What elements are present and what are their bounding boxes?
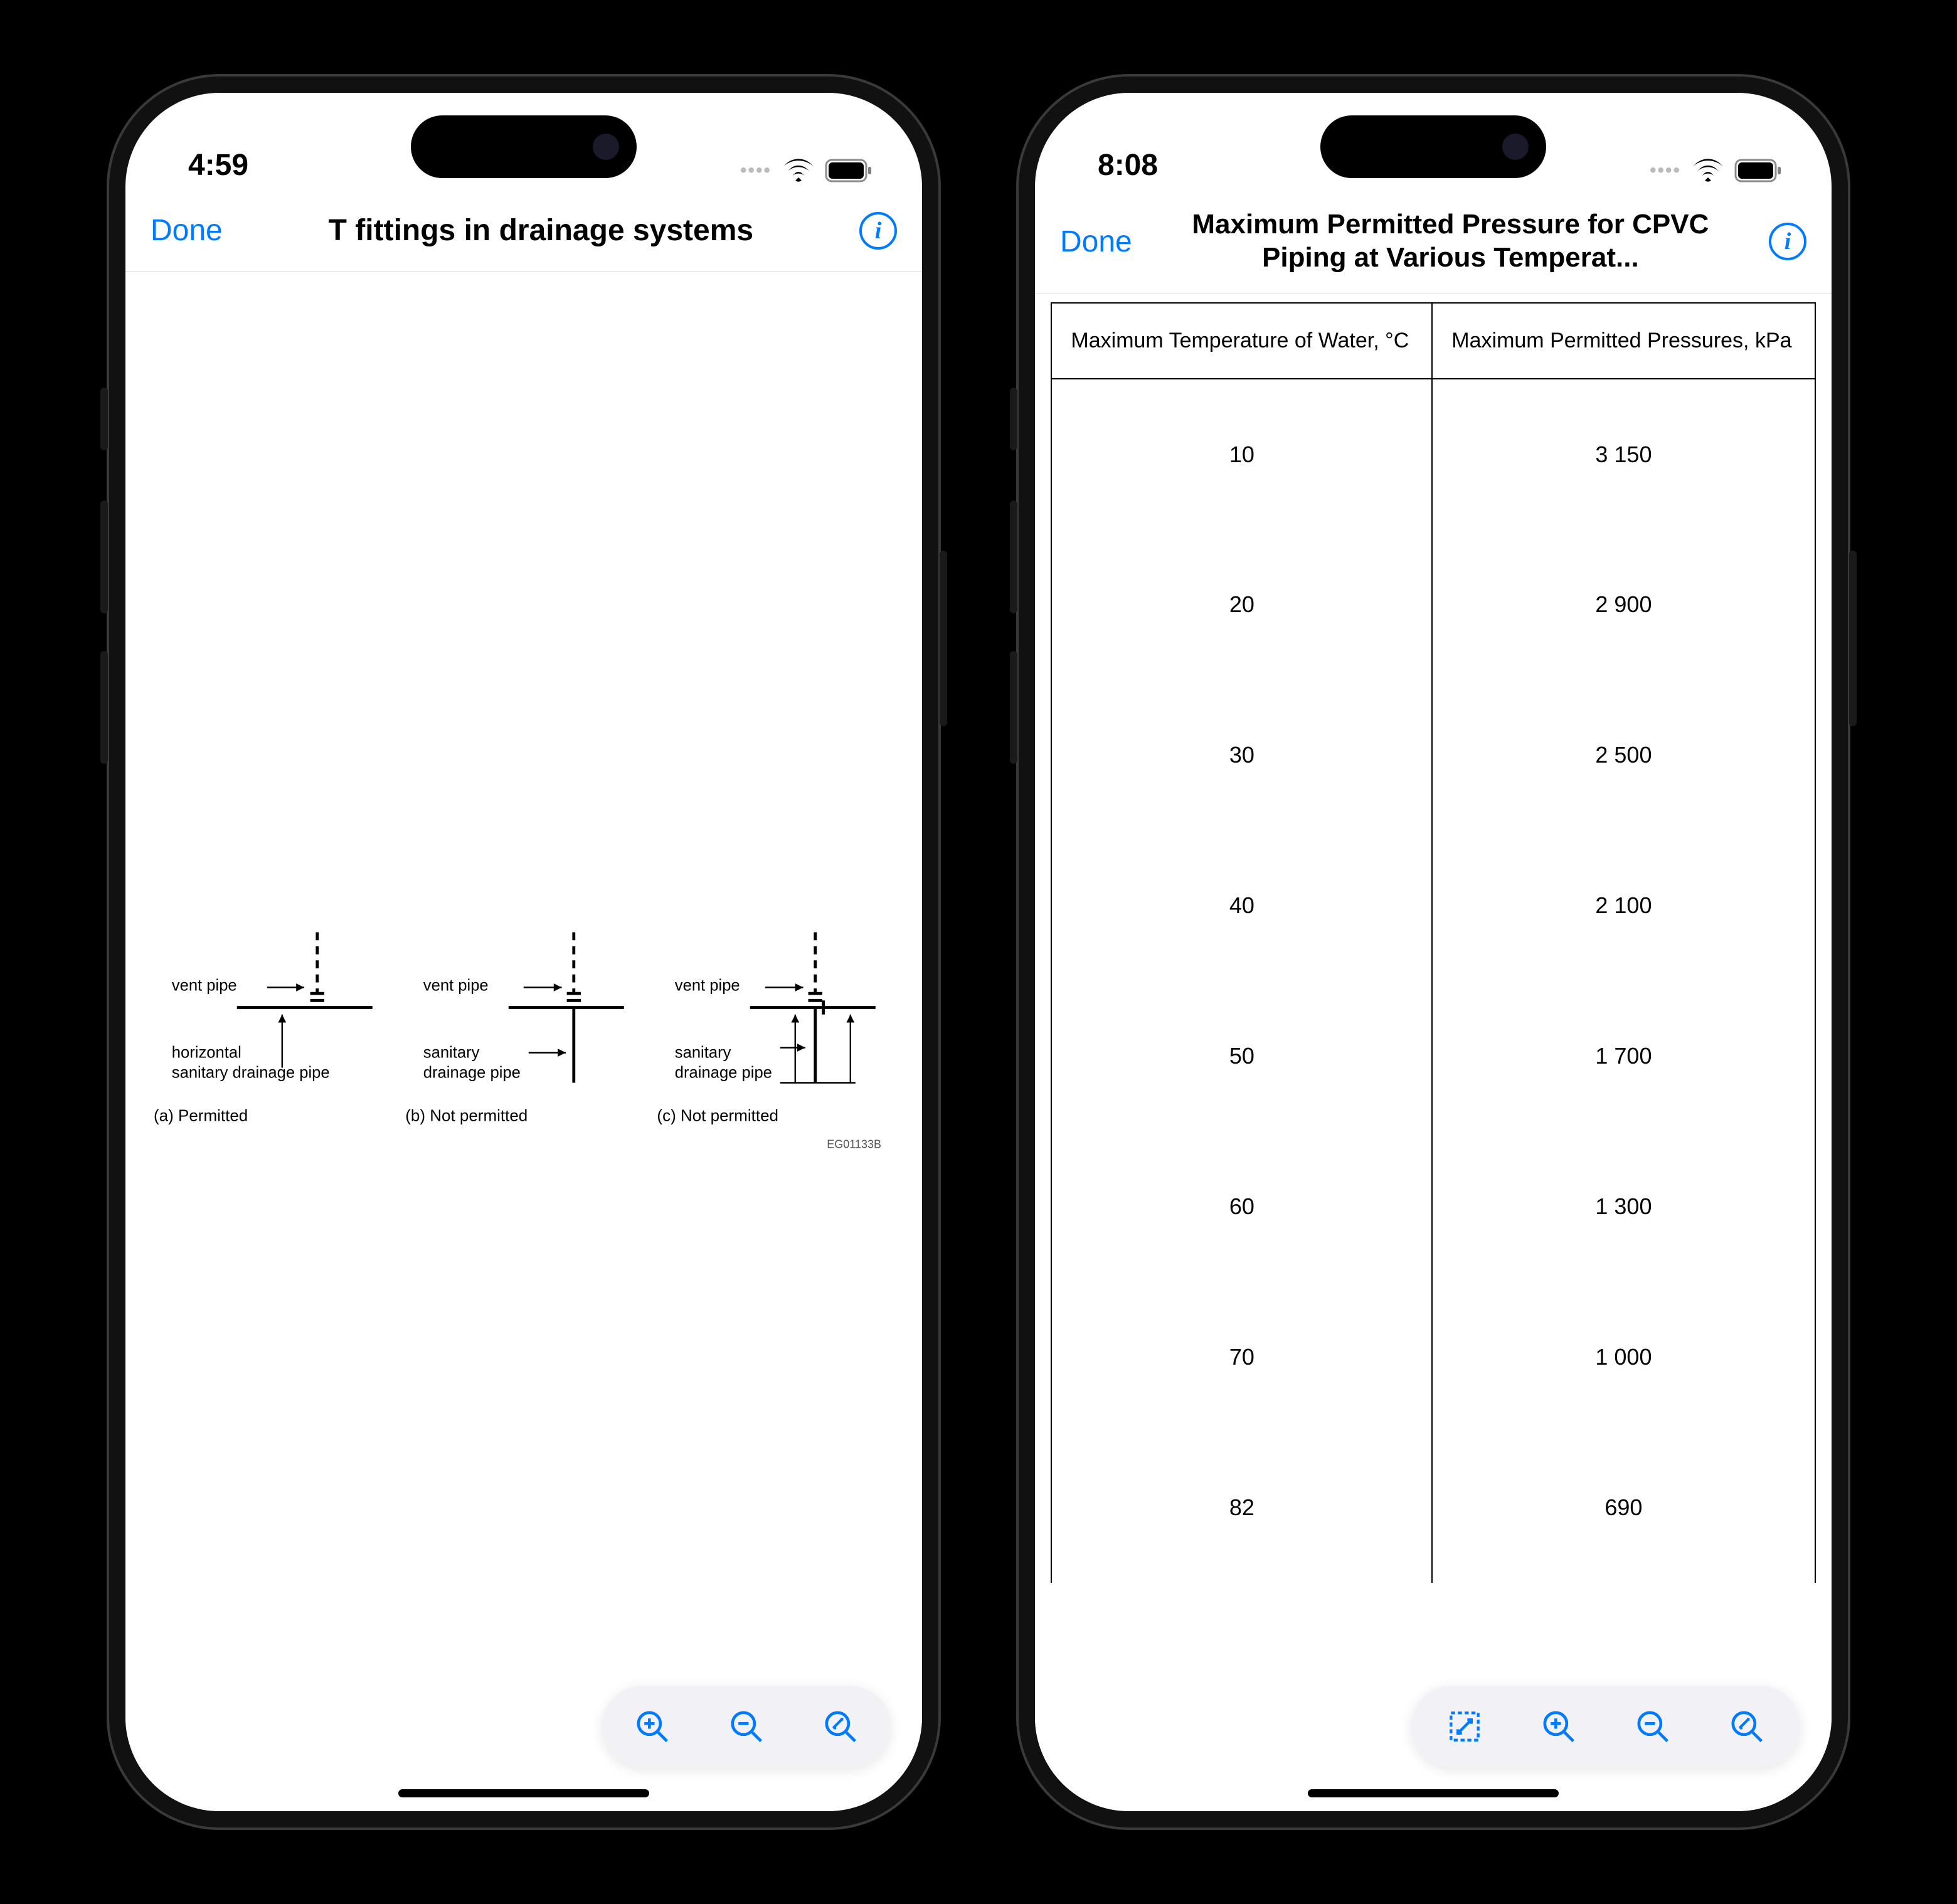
cell-pressure: 2 500 bbox=[1432, 680, 1815, 830]
zoom-reset-icon[interactable] bbox=[1728, 1708, 1766, 1745]
diagram-c-caption: (c) Not permitted bbox=[657, 1106, 894, 1125]
zoom-out-icon[interactable] bbox=[1634, 1708, 1672, 1745]
phone-left: 4:59 •••• Done T fittings in drainage sy… bbox=[107, 74, 941, 1830]
status-icons: •••• bbox=[740, 159, 872, 182]
cell-pressure: 1 000 bbox=[1432, 1282, 1815, 1432]
nav-bar: Done T fittings in drainage systems i bbox=[125, 190, 922, 272]
wifi-icon bbox=[783, 159, 814, 182]
phone-side-button bbox=[1010, 388, 1017, 450]
extra-dots-icon: •••• bbox=[740, 160, 772, 181]
battery-icon bbox=[825, 159, 872, 182]
cell-temperature: 82 bbox=[1051, 1432, 1432, 1583]
pressure-table: Maximum Temperature of Water, °C Maximum… bbox=[1051, 302, 1815, 1583]
page-title: Maximum Permitted Pressure for CPVC Pipi… bbox=[1151, 208, 1750, 275]
diagram-c: vent pipe sanitary drainage pipe bbox=[657, 932, 894, 1125]
battery-icon bbox=[1735, 159, 1781, 182]
diagram-b-pipe-label2: drainage pipe bbox=[423, 1064, 521, 1081]
phone-right: 8:08 •••• Done Maximum Permitted Pressur… bbox=[1016, 74, 1850, 1830]
table-row: 202 900 bbox=[1051, 529, 1815, 680]
cell-pressure: 1 700 bbox=[1432, 981, 1815, 1131]
zoom-reset-icon[interactable] bbox=[822, 1708, 859, 1745]
cell-pressure: 1 300 bbox=[1432, 1131, 1815, 1282]
table-row: 601 300 bbox=[1051, 1131, 1815, 1282]
zoom-in-icon[interactable] bbox=[634, 1708, 671, 1745]
table-row: 402 100 bbox=[1051, 830, 1815, 981]
cell-temperature: 70 bbox=[1051, 1282, 1432, 1432]
diagram-c-vent-label: vent pipe bbox=[675, 976, 740, 994]
cell-pressure: 2 900 bbox=[1432, 529, 1815, 680]
table-row: 82690 bbox=[1051, 1432, 1815, 1583]
table-row: 701 000 bbox=[1051, 1282, 1815, 1432]
cell-pressure: 3 150 bbox=[1432, 379, 1815, 529]
diagram-a-pipe-label2: sanitary drainage pipe bbox=[172, 1064, 330, 1081]
zoom-toolbar bbox=[1411, 1686, 1800, 1767]
home-indicator[interactable] bbox=[398, 1789, 649, 1797]
nav-bar: Done Maximum Permitted Pressure for CPVC… bbox=[1035, 190, 1832, 294]
page-title: T fittings in drainage systems bbox=[241, 213, 841, 249]
status-time: 4:59 bbox=[188, 148, 248, 182]
done-button[interactable]: Done bbox=[151, 213, 223, 248]
phone-volume-up bbox=[100, 500, 108, 613]
zoom-out-icon[interactable] bbox=[728, 1708, 765, 1745]
fit-screen-icon[interactable] bbox=[1446, 1708, 1483, 1745]
screen-left: 4:59 •••• Done T fittings in drainage sy… bbox=[125, 93, 922, 1811]
diagram-b-pipe-label1: sanitary bbox=[423, 1044, 480, 1061]
diagram-a-pipe-label1: horizontal bbox=[172, 1044, 241, 1061]
phone-volume-down bbox=[100, 651, 108, 764]
table-header-temp: Maximum Temperature of Water, °C bbox=[1051, 303, 1432, 379]
screen-right: 8:08 •••• Done Maximum Permitted Pressur… bbox=[1035, 93, 1832, 1811]
cell-pressure: 2 100 bbox=[1432, 830, 1815, 981]
wifi-icon bbox=[1692, 159, 1724, 182]
zoom-toolbar bbox=[602, 1686, 891, 1767]
cell-temperature: 30 bbox=[1051, 680, 1432, 830]
phone-volume-up bbox=[1010, 500, 1017, 613]
diagram-a-caption: (a) Permitted bbox=[154, 1106, 391, 1125]
table-header-row: Maximum Temperature of Water, °C Maximum… bbox=[1051, 303, 1815, 379]
diagram-b-vent-label: vent pipe bbox=[423, 976, 489, 994]
done-button[interactable]: Done bbox=[1060, 225, 1132, 259]
zoom-in-icon[interactable] bbox=[1540, 1708, 1578, 1745]
status-icons: •••• bbox=[1650, 159, 1781, 182]
table-row: 501 700 bbox=[1051, 981, 1815, 1131]
info-icon[interactable]: i bbox=[1769, 223, 1806, 260]
content-area[interactable]: Maximum Temperature of Water, °C Maximum… bbox=[1035, 294, 1832, 1811]
home-indicator[interactable] bbox=[1308, 1789, 1559, 1797]
diagram-c-pipe-label2: drainage pipe bbox=[675, 1064, 772, 1081]
diagram-a-vent-label: vent pipe bbox=[172, 976, 237, 994]
diagram-code: EG01133B bbox=[154, 1138, 894, 1151]
status-time: 8:08 bbox=[1098, 148, 1158, 182]
cell-temperature: 20 bbox=[1051, 529, 1432, 680]
phone-power-button bbox=[1849, 551, 1857, 726]
diagram-b: vent pipe sanitary drainage pipe (b) Not… bbox=[405, 932, 642, 1125]
cell-temperature: 50 bbox=[1051, 981, 1432, 1131]
diagram-c-pipe-label1: sanitary bbox=[675, 1044, 731, 1061]
content-area[interactable]: vent pipe horizontal sanitary drainage p… bbox=[125, 272, 922, 1811]
cell-temperature: 60 bbox=[1051, 1131, 1432, 1282]
cell-pressure: 690 bbox=[1432, 1432, 1815, 1583]
table-header-pressure: Maximum Permitted Pressures, kPa bbox=[1432, 303, 1815, 379]
diagram: vent pipe horizontal sanitary drainage p… bbox=[154, 932, 894, 1151]
phone-power-button bbox=[940, 551, 947, 726]
table-row: 103 150 bbox=[1051, 379, 1815, 529]
cell-temperature: 10 bbox=[1051, 379, 1432, 529]
table-row: 302 500 bbox=[1051, 680, 1815, 830]
info-icon[interactable]: i bbox=[859, 212, 897, 250]
dynamic-island bbox=[411, 115, 637, 178]
phone-volume-down bbox=[1010, 651, 1017, 764]
cell-temperature: 40 bbox=[1051, 830, 1432, 981]
diagram-a: vent pipe horizontal sanitary drainage p… bbox=[154, 932, 391, 1125]
dynamic-island bbox=[1320, 115, 1546, 178]
extra-dots-icon: •••• bbox=[1650, 160, 1681, 181]
phone-side-button bbox=[100, 388, 108, 450]
diagram-b-caption: (b) Not permitted bbox=[405, 1106, 642, 1125]
